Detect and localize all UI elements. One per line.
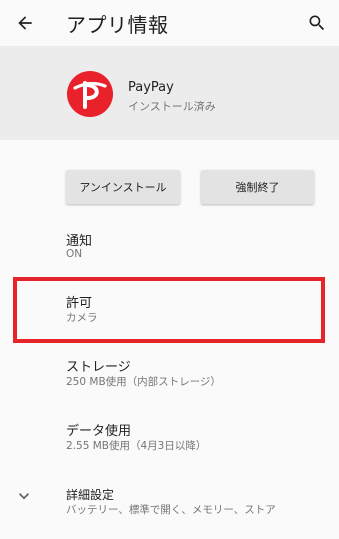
app-summary: PayPay インストール済み	[0, 46, 339, 140]
settings-item-advanced[interactable]: 詳細設定 バッテリー、標準で開く、メモリー、ストア	[0, 478, 339, 528]
settings-item-value: ON	[66, 248, 83, 260]
settings-item-data-usage[interactable]: データ使用 2.55 MB使用（4月3日以降）	[0, 412, 339, 462]
uninstall-button[interactable]: アンインストール	[66, 170, 180, 204]
search-icon	[309, 15, 325, 31]
settings-item-title: 詳細設定	[66, 488, 115, 502]
settings-item-title: 通知	[66, 234, 93, 249]
settings-item-title: ストレージ	[66, 360, 131, 375]
settings-item-storage[interactable]: ストレージ 250 MB使用（内部ストレージ）	[0, 348, 339, 398]
install-status: インストール済み	[128, 100, 216, 113]
settings-item-value: 2.55 MB使用（4月3日以降）	[66, 440, 207, 452]
back-button[interactable]	[10, 8, 40, 38]
force-stop-button[interactable]: 強制終了	[201, 170, 314, 204]
settings-item-notifications[interactable]: 通知 ON	[0, 222, 339, 272]
settings-item-title: データ使用	[66, 424, 132, 439]
arrow-back-icon	[18, 16, 32, 30]
paypay-logo-icon	[67, 71, 113, 117]
app-bar: アプリ情報	[0, 0, 339, 46]
settings-item-value: 250 MB使用（内部ストレージ）	[66, 376, 221, 388]
page-title: アプリ情報	[66, 13, 169, 37]
search-button[interactable]	[302, 8, 332, 38]
app-name: PayPay	[128, 80, 174, 95]
settings-item-value: バッテリー、標準で開く、メモリー、ストア	[66, 504, 276, 516]
highlight-box	[13, 277, 325, 343]
chevron-down-icon	[19, 493, 29, 500]
